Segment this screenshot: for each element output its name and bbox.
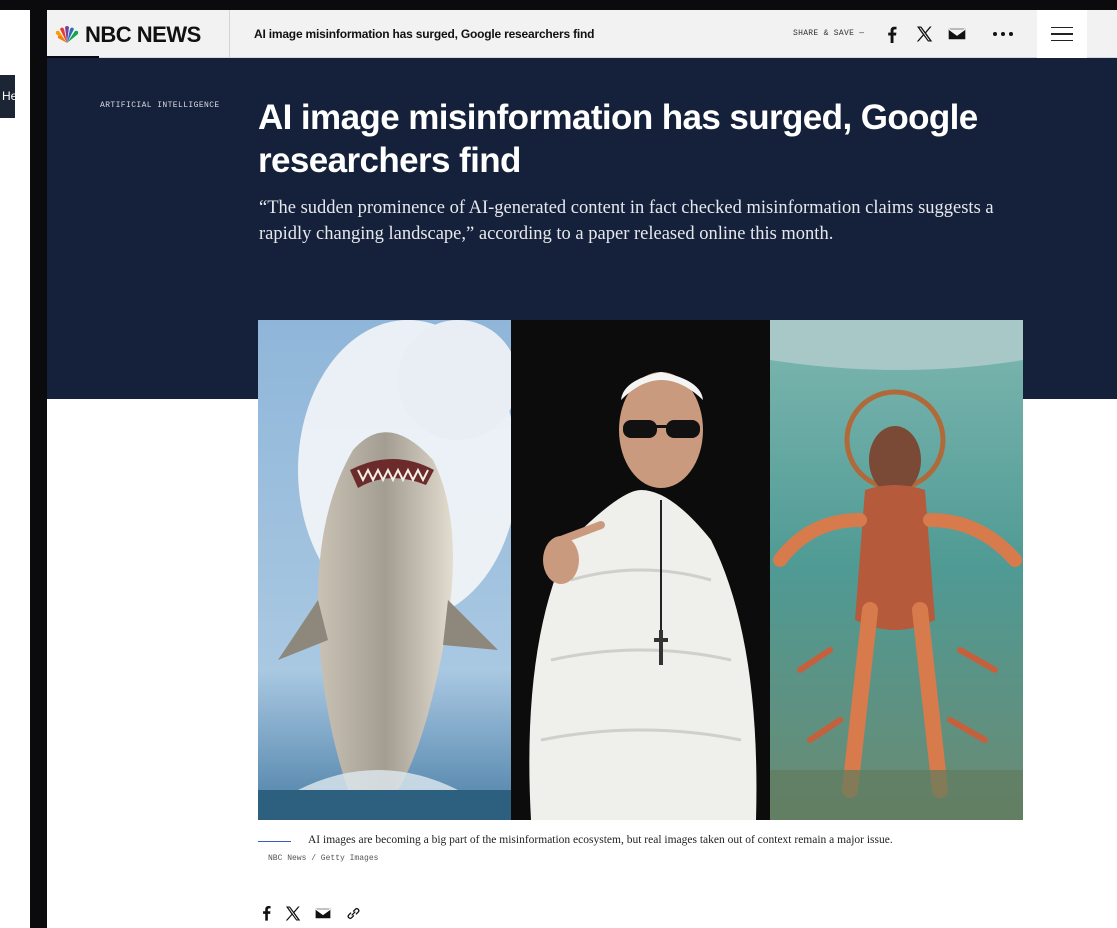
hamburger-icon bbox=[1051, 22, 1073, 47]
x-icon[interactable] bbox=[284, 903, 302, 923]
shark-leaping-panel bbox=[258, 320, 511, 820]
left-edge-button[interactable]: He bbox=[0, 75, 15, 118]
sticky-header: NBC NEWS AI image misinformation has sur… bbox=[47, 10, 1117, 59]
facebook-icon[interactable] bbox=[260, 903, 272, 923]
header-share-icons bbox=[885, 22, 1015, 46]
x-icon[interactable] bbox=[913, 22, 935, 46]
peacock-icon bbox=[55, 26, 79, 43]
email-icon[interactable] bbox=[314, 903, 332, 923]
window-gap bbox=[30, 0, 47, 928]
image-credit: NBC News / Getty Images bbox=[268, 854, 379, 863]
article-lead-image bbox=[258, 320, 1023, 820]
email-icon[interactable] bbox=[947, 22, 967, 46]
article-kicker[interactable]: ARTIFICIAL INTELLIGENCE bbox=[100, 101, 220, 110]
header-divider bbox=[229, 10, 230, 58]
article-dek: “The sudden prominence of AI-generated c… bbox=[259, 198, 994, 244]
caption-rule bbox=[258, 841, 291, 842]
left-background-window: He bbox=[0, 0, 30, 928]
link-icon[interactable] bbox=[344, 903, 362, 923]
shrimp-jesus-panel bbox=[770, 320, 1023, 820]
article-page: NBC NEWS AI image misinformation has sur… bbox=[47, 10, 1117, 928]
header-article-title: AI image misinformation has surged, Goog… bbox=[254, 27, 595, 41]
menu-button[interactable] bbox=[1037, 10, 1087, 58]
more-icon[interactable] bbox=[991, 22, 1015, 46]
brand-wordmark: NBC NEWS bbox=[85, 22, 201, 47]
nbc-news-logo[interactable]: NBC NEWS bbox=[53, 22, 201, 48]
article-headline: AI image misinformation has surged, Goog… bbox=[258, 98, 978, 180]
pope-puffer-jacket-panel bbox=[511, 320, 770, 820]
share-save-label: SHARE & SAVE — bbox=[793, 29, 865, 38]
article-share-icons bbox=[260, 903, 362, 923]
facebook-icon[interactable] bbox=[885, 22, 899, 46]
image-caption: AI images are becoming a big part of the… bbox=[308, 834, 893, 846]
